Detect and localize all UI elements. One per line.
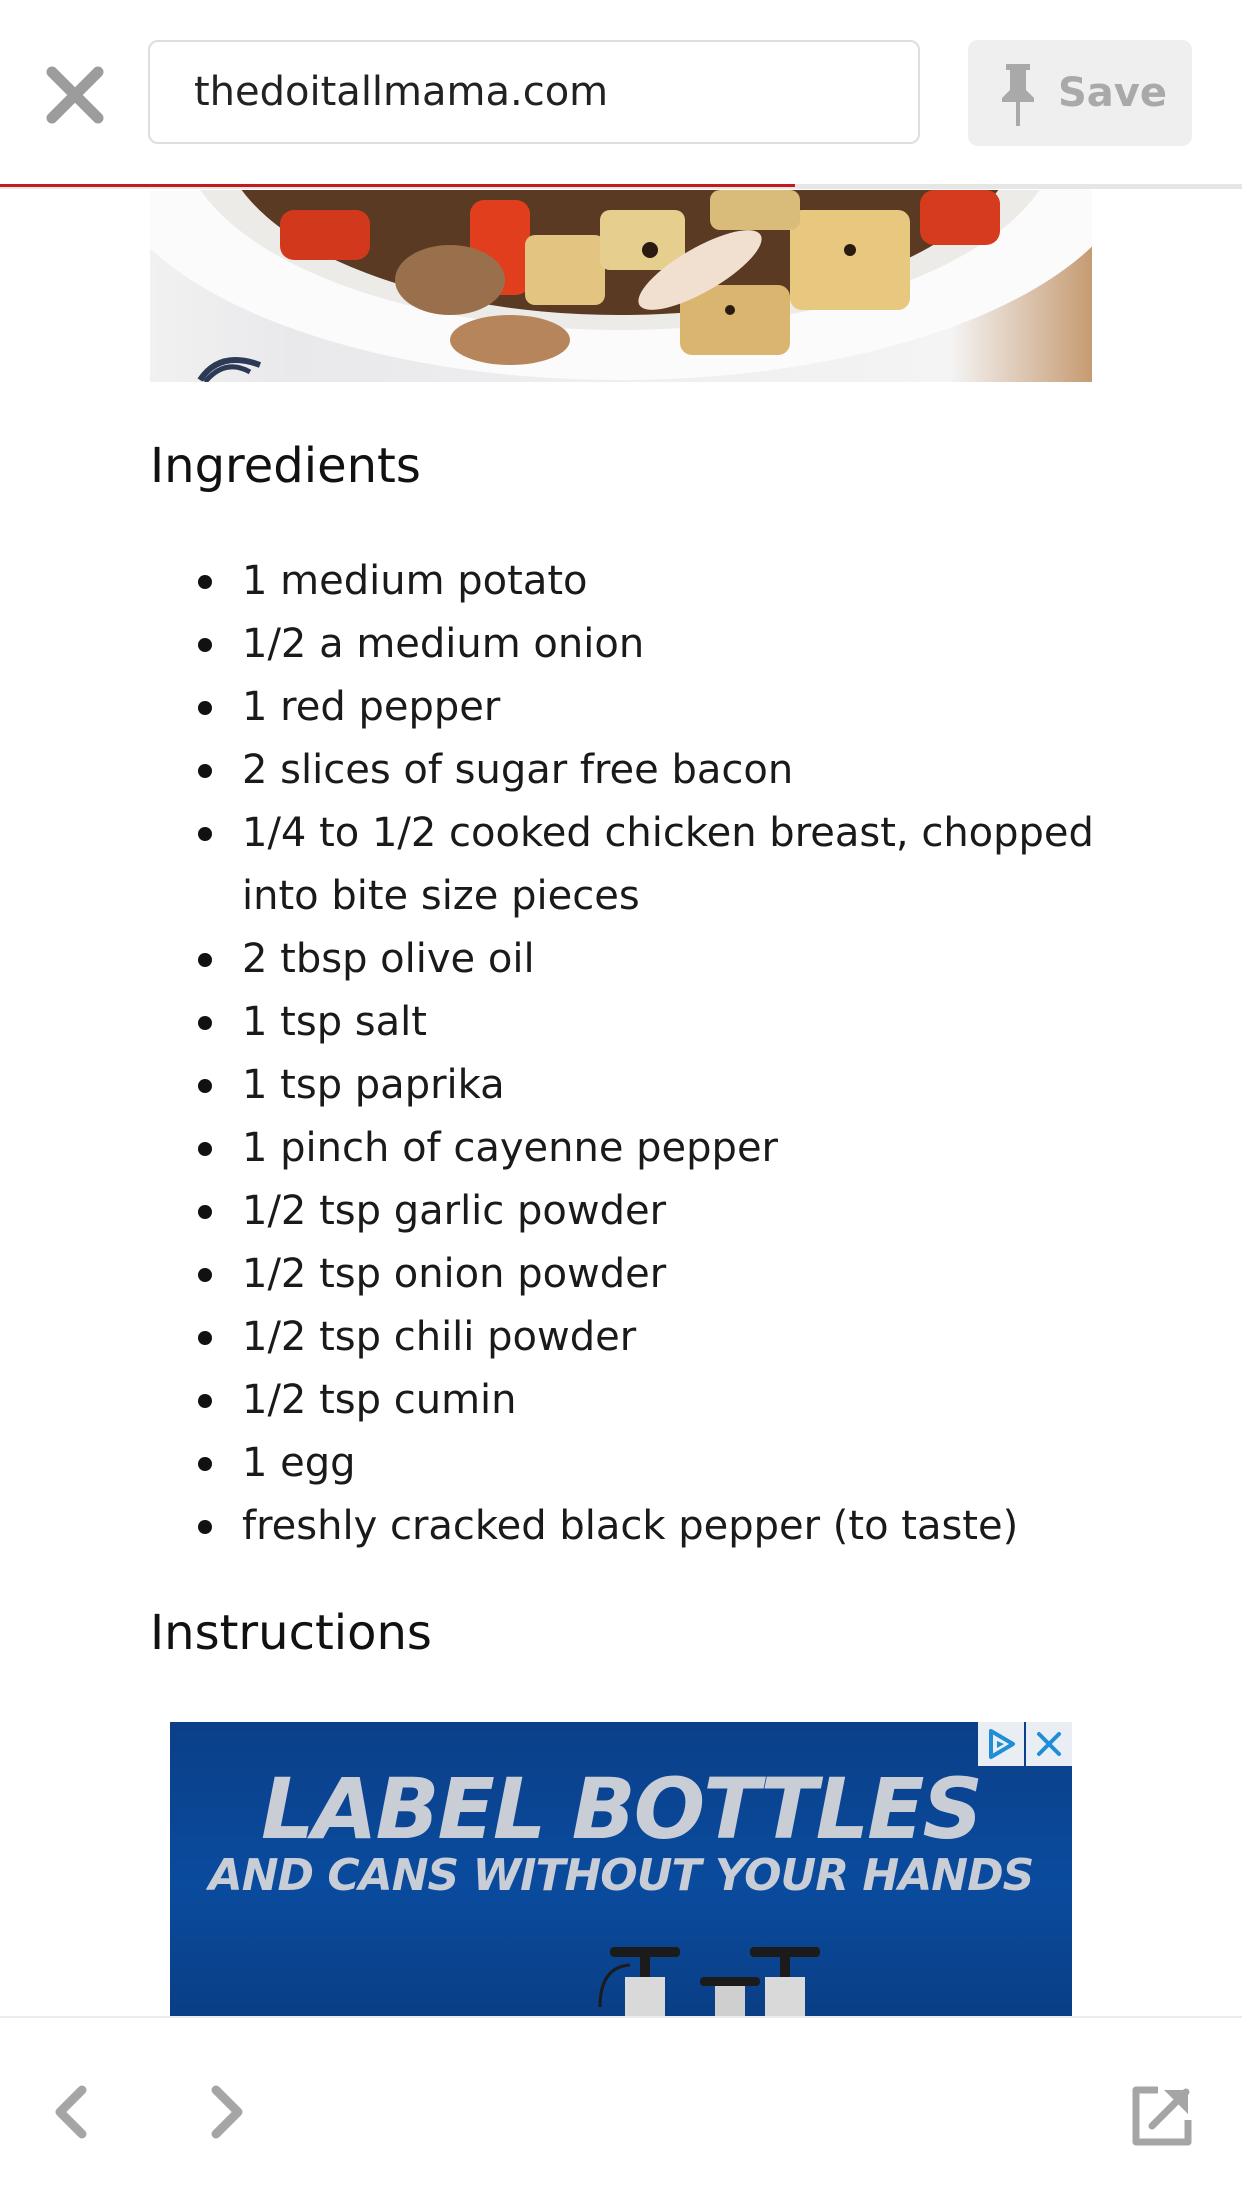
bullet-icon xyxy=(198,638,212,652)
open-external-icon xyxy=(1132,2086,1192,2146)
bullet-icon xyxy=(198,575,212,589)
bullet-icon xyxy=(198,953,212,967)
top-bar: thedoitallmama.com Save xyxy=(0,0,1242,189)
ingredients-list: 1 medium potato 1/2 a medium onion 1 red p… xyxy=(150,550,1110,1558)
close-icon xyxy=(46,66,104,124)
bullet-icon xyxy=(198,1331,212,1345)
open-in-browser-button[interactable] xyxy=(1130,2084,1194,2148)
bullet-icon xyxy=(198,1268,212,1282)
close-icon xyxy=(1037,1732,1061,1756)
ingredient-item: 1 tsp salt xyxy=(150,991,1110,1054)
ingredient-text: 1 pinch of cayenne pepper xyxy=(242,1125,778,1171)
ingredient-item: freshly cracked black pepper (to taste) xyxy=(150,1495,1110,1558)
ingredient-item: 1/2 tsp garlic powder xyxy=(150,1180,1110,1243)
bullet-icon xyxy=(198,1520,212,1534)
ad-close-button[interactable] xyxy=(1026,1722,1072,1766)
ingredient-text: freshly cracked black pepper (to taste) xyxy=(242,1503,1019,1549)
close-button[interactable] xyxy=(40,60,110,130)
ingredient-item: 1/2 tsp chili powder xyxy=(150,1306,1110,1369)
ingredient-item: 1/2 tsp cumin xyxy=(150,1369,1110,1432)
ingredient-item: 1 tsp paprika xyxy=(150,1054,1110,1117)
chevron-left-icon xyxy=(55,2085,87,2139)
ingredient-text: 1/4 to 1/2 cooked chicken breast, choppe… xyxy=(242,810,1094,919)
ingredient-text: 1 medium potato xyxy=(242,558,588,604)
ad-choices-button[interactable] xyxy=(978,1722,1024,1766)
ingredient-text: 1/2 tsp garlic powder xyxy=(242,1188,667,1234)
back-button[interactable] xyxy=(44,2082,100,2142)
bullet-icon xyxy=(198,1457,212,1471)
ingredient-item: 1/4 to 1/2 cooked chicken breast, choppe… xyxy=(150,802,1110,928)
bottom-toolbar xyxy=(0,2016,1242,2208)
ingredient-text: 1 tsp salt xyxy=(242,999,427,1045)
bullet-icon xyxy=(198,1394,212,1408)
ingredient-text: 1 egg xyxy=(242,1440,356,1486)
save-button[interactable]: Save xyxy=(968,40,1192,146)
ingredient-text: 2 slices of sugar free bacon xyxy=(242,747,794,793)
ingredient-item: 1 egg xyxy=(150,1432,1110,1495)
ingredient-text: 1/2 a medium onion xyxy=(242,621,645,667)
ingredient-text: 1/2 tsp cumin xyxy=(242,1377,517,1423)
bullet-icon xyxy=(198,1142,212,1156)
forward-button[interactable] xyxy=(198,2082,254,2142)
recipe-photo xyxy=(150,190,1092,382)
ingredient-text: 1 red pepper xyxy=(242,684,501,730)
bullet-icon xyxy=(198,1205,212,1219)
ingredient-item: 1/2 tsp onion powder xyxy=(150,1243,1110,1306)
url-text: thedoitallmama.com xyxy=(194,69,609,115)
page-load-progress-fill xyxy=(0,184,795,187)
bullet-icon xyxy=(198,1079,212,1093)
ingredient-item: 1 pinch of cayenne pepper xyxy=(150,1117,1110,1180)
ingredient-item: 2 tbsp olive oil xyxy=(150,928,1110,991)
ingredient-item: 1/2 a medium onion xyxy=(150,613,1110,676)
ad-subline: AND CANS WITHOUT YOUR HANDS xyxy=(208,1850,1035,1901)
pin-icon xyxy=(1002,64,1034,126)
page-load-progress-bar xyxy=(0,184,1242,189)
ad-choices-icon xyxy=(989,1729,1015,1759)
url-field[interactable]: thedoitallmama.com xyxy=(148,40,920,144)
ingredient-text: 1/2 tsp onion powder xyxy=(242,1251,667,1297)
ingredient-item: 1 red pepper xyxy=(150,676,1110,739)
ingredients-heading: Ingredients xyxy=(150,438,421,494)
ingredient-text: 1/2 tsp chili powder xyxy=(242,1314,637,1360)
ad-headline: LABEL BOTTLES xyxy=(260,1760,983,1858)
bullet-icon xyxy=(198,1016,212,1030)
bullet-icon xyxy=(198,827,212,841)
ingredient-item: 1 medium potato xyxy=(150,550,1110,613)
instructions-heading: Instructions xyxy=(150,1605,432,1661)
ingredient-text: 1 tsp paprika xyxy=(242,1062,505,1108)
chevron-right-icon xyxy=(211,2085,243,2139)
bullet-icon xyxy=(198,764,212,778)
ad-product-image xyxy=(598,1947,820,2017)
save-label: Save xyxy=(1058,70,1168,116)
bullet-icon xyxy=(198,701,212,715)
advertisement-banner[interactable]: LABEL BOTTLES AND CANS WITHOUT YOUR HAND… xyxy=(170,1722,1072,2017)
ingredient-text: 2 tbsp olive oil xyxy=(242,936,535,982)
ingredient-item: 2 slices of sugar free bacon xyxy=(150,739,1110,802)
